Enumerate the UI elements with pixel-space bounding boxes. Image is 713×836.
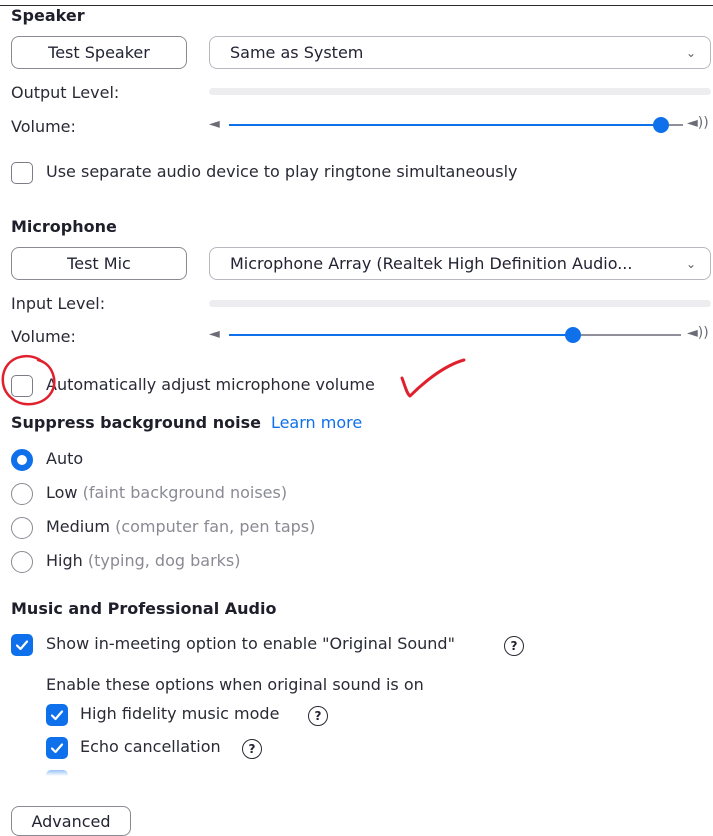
speaker-low-icon: ◄ [209, 116, 220, 132]
original-sound-label: Show in-meeting option to enable "Origin… [46, 634, 455, 653]
radio-high-label: High (typing, dog barks) [46, 551, 241, 570]
speaker-high-icon: ◄)) [687, 325, 709, 341]
speaker-volume-fill [229, 124, 661, 126]
radio-high[interactable] [11, 551, 33, 573]
suppress-heading: Suppress background noise [11, 413, 261, 432]
speaker-volume-rest [669, 124, 683, 126]
radio-auto-label: Auto [46, 449, 84, 468]
chevron-down-icon: ⌄ [685, 257, 696, 271]
speaker-volume-thumb[interactable] [653, 117, 669, 133]
check-icon [15, 640, 29, 651]
hifi-music-checkbox[interactable] [46, 704, 68, 726]
echo-cancellation-label: Echo cancellation [80, 737, 221, 756]
auto-adjust-label: Automatically adjust microphone volume [46, 375, 375, 394]
speaker-heading: Speaker [11, 6, 85, 25]
radio-high-text: High [46, 551, 83, 570]
test-speaker-button[interactable]: Test Speaker [11, 36, 187, 69]
radio-medium-text: Medium [46, 517, 110, 536]
ringtone-label: Use separate audio device to play ringto… [46, 162, 518, 181]
suppress-header: Suppress background noise Learn more [11, 413, 362, 432]
radio-low[interactable] [11, 483, 33, 505]
speaker-volume-label: Volume: [11, 117, 76, 136]
top-divider [0, 5, 713, 6]
output-level-meter [209, 88, 711, 95]
hifi-music-label: High fidelity music mode [80, 704, 280, 723]
input-level-meter [209, 300, 711, 307]
original-sound-subheading: Enable these options when original sound… [46, 675, 424, 694]
output-level-label: Output Level: [11, 83, 120, 102]
speaker-device-select[interactable]: Same as System ⌄ [209, 36, 711, 69]
test-mic-button[interactable]: Test Mic [11, 247, 187, 280]
speaker-high-icon: ◄)) [687, 115, 709, 131]
mic-volume-fill [229, 334, 573, 336]
original-sound-checkbox[interactable] [11, 634, 33, 656]
radio-low-hint: (faint background noises) [82, 483, 288, 502]
echo-cancellation-checkbox[interactable] [46, 737, 68, 759]
help-icon[interactable]: ? [308, 706, 328, 726]
mic-volume-thumb[interactable] [565, 327, 581, 343]
radio-medium[interactable] [11, 517, 33, 539]
scroll-fade [0, 762, 713, 782]
radio-auto[interactable] [11, 449, 33, 471]
mic-volume-rest [581, 334, 681, 336]
mic-volume-label: Volume: [11, 327, 76, 346]
speaker-low-icon: ◄ [209, 326, 220, 342]
radio-medium-hint: (computer fan, pen taps) [115, 517, 316, 536]
radio-low-text: Low [46, 483, 78, 502]
help-icon[interactable]: ? [242, 739, 262, 759]
help-icon[interactable]: ? [504, 636, 524, 656]
speaker-volume-slider[interactable]: ◄ ◄)) [209, 114, 711, 136]
radio-low-label: Low (faint background noises) [46, 483, 287, 502]
check-icon [50, 743, 64, 754]
microphone-device-value: Microphone Array (Realtek High Definitio… [230, 254, 633, 273]
microphone-device-select[interactable]: Microphone Array (Realtek High Definitio… [209, 247, 711, 280]
ringtone-checkbox[interactable] [11, 162, 33, 184]
input-level-label: Input Level: [11, 294, 106, 313]
advanced-button[interactable]: Advanced [11, 806, 131, 836]
annotation-circle-mark [1, 355, 56, 406]
mic-volume-slider[interactable]: ◄ ◄)) [209, 324, 711, 346]
music-heading: Music and Professional Audio [11, 599, 277, 618]
check-icon [50, 710, 64, 721]
learn-more-link[interactable]: Learn more [271, 413, 362, 432]
chevron-down-icon: ⌄ [685, 46, 696, 60]
radio-high-hint: (typing, dog barks) [87, 551, 241, 570]
microphone-heading: Microphone [11, 217, 117, 236]
speaker-device-value: Same as System [230, 43, 364, 62]
radio-medium-label: Medium (computer fan, pen taps) [46, 517, 315, 536]
annotation-check-mark [400, 358, 466, 398]
